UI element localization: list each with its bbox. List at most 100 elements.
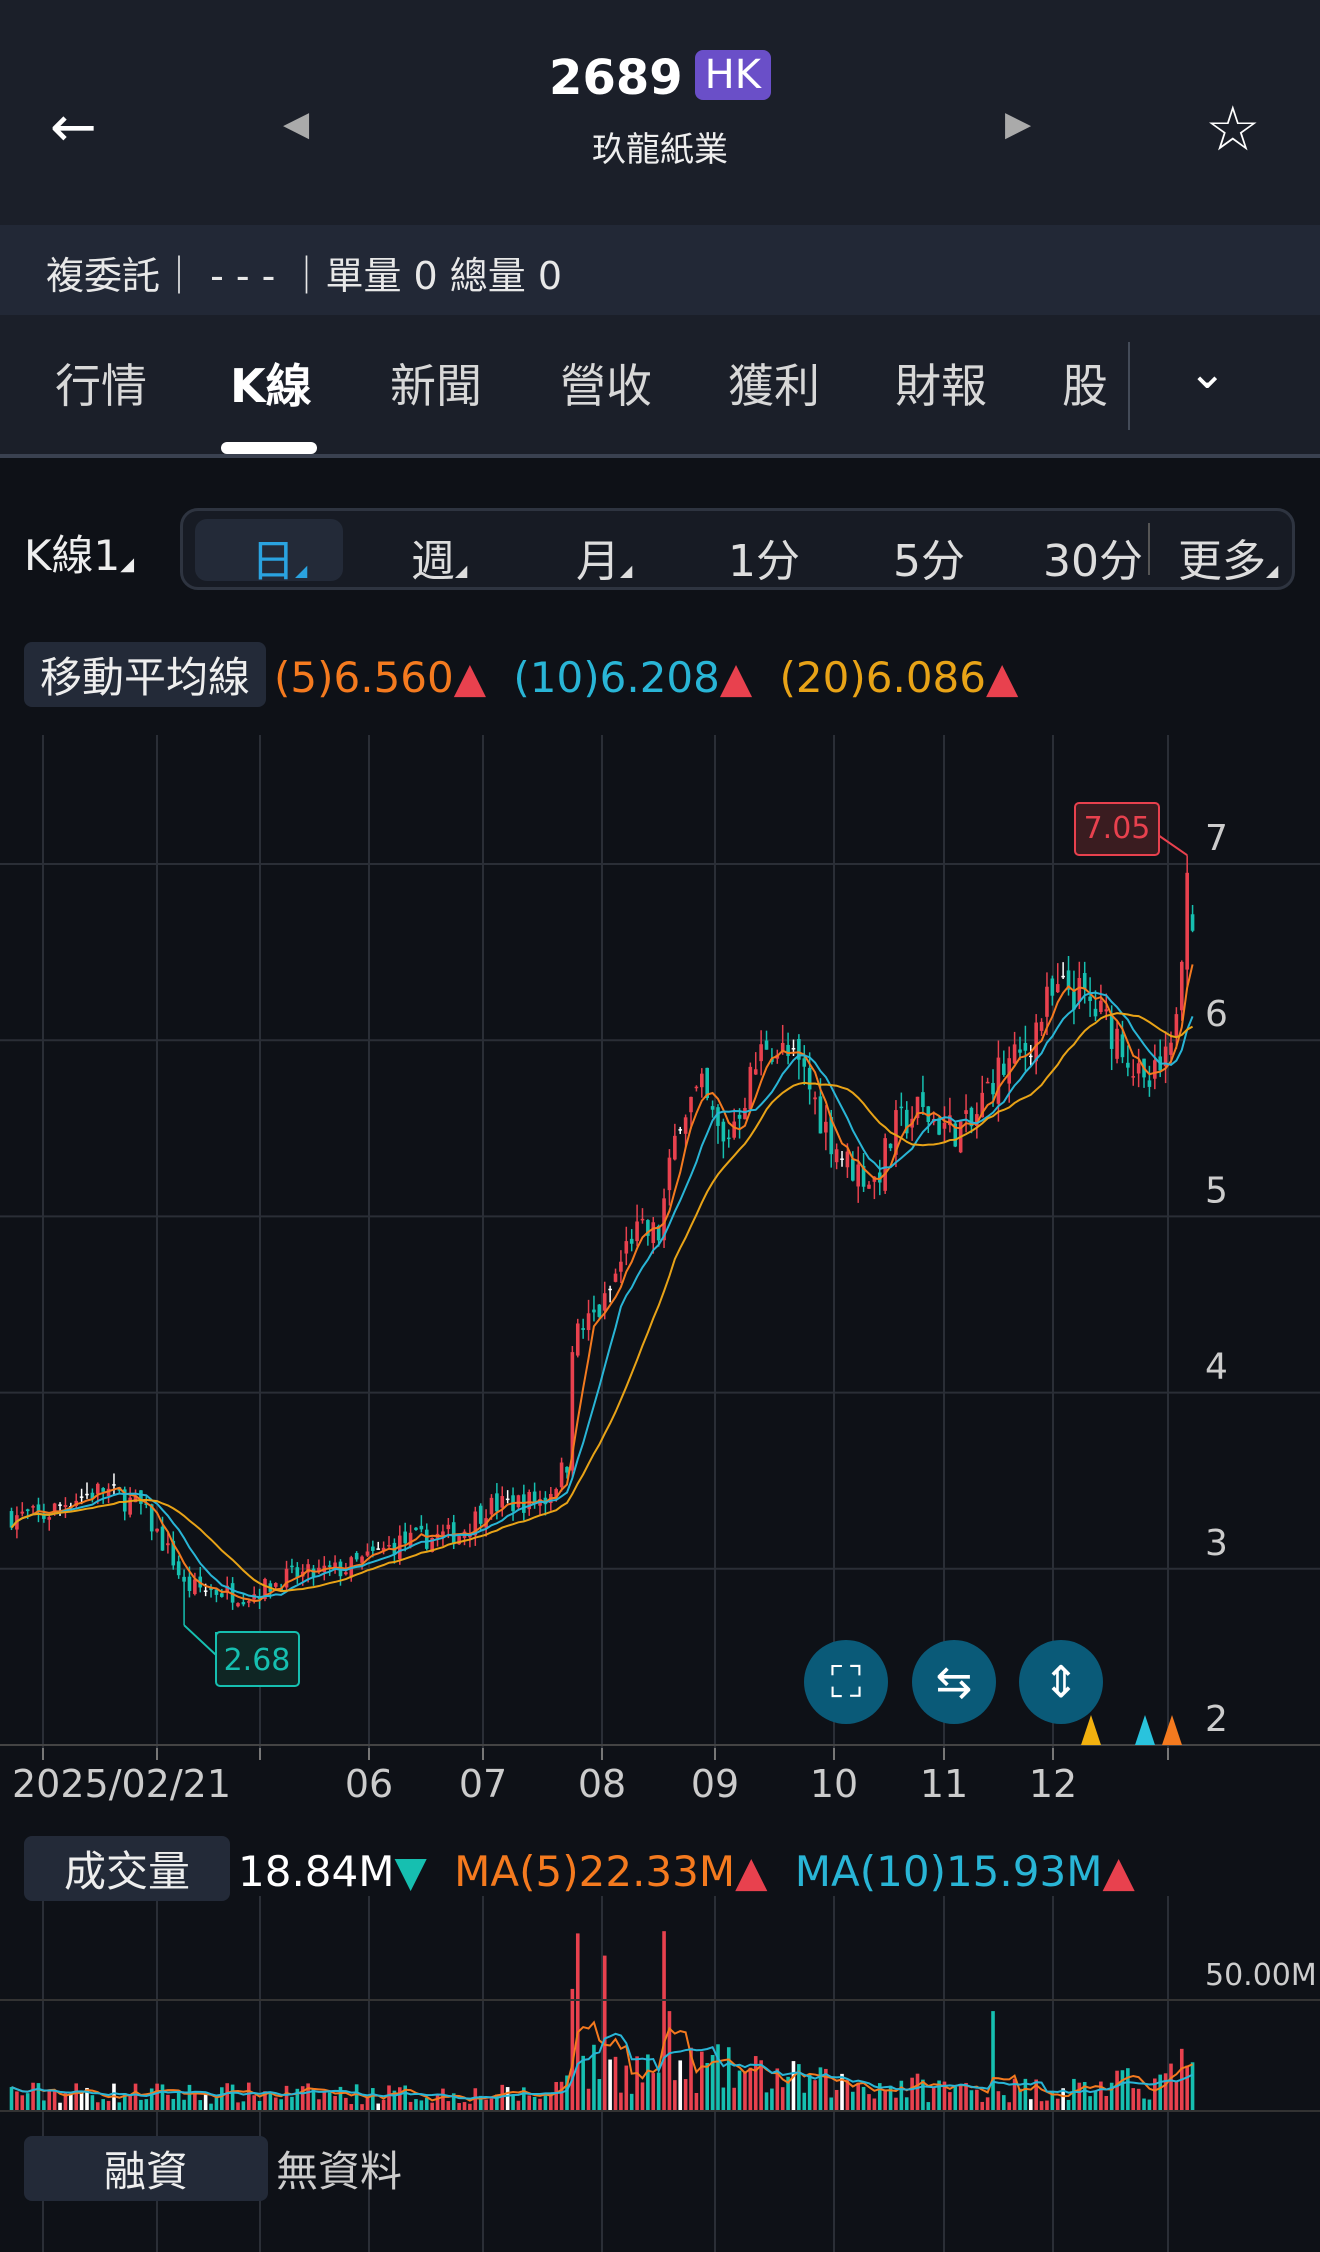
tab-6[interactable]: 股 (1062, 350, 1108, 416)
volume-bar (214, 2097, 219, 2111)
volume-bar (1072, 2078, 1076, 2111)
volume-bar (290, 2096, 294, 2111)
candle-body (575, 1323, 580, 1356)
tab-2[interactable]: 新聞 (390, 350, 482, 416)
candle-body (166, 1543, 170, 1546)
candle-body (1055, 984, 1060, 993)
candle-body (1002, 1063, 1006, 1075)
candle-body (748, 1066, 753, 1110)
candle-body (1126, 1062, 1130, 1068)
volume-bar (1088, 2096, 1092, 2111)
volume-bar (1136, 2088, 1141, 2111)
candle-body (1109, 1015, 1114, 1049)
candle-body (1039, 1021, 1044, 1031)
candle-body (241, 1602, 246, 1605)
volume-bar (748, 2067, 753, 2111)
volume-bar (117, 2102, 122, 2111)
tab-0[interactable]: 行情 (55, 350, 147, 416)
low-marker-label: 2.68 (224, 1643, 291, 1678)
volume-bar (435, 2093, 440, 2111)
volume-bar (624, 2065, 629, 2111)
volume-bar (193, 2093, 197, 2111)
x-tick-label: 06 (345, 1762, 393, 1806)
tab-4[interactable]: 獲利 (728, 350, 820, 416)
candle-body (608, 1288, 612, 1291)
candle-body (58, 1504, 62, 1506)
candle-body (791, 1048, 796, 1050)
volume-bar (921, 2079, 925, 2111)
tab-3[interactable]: 營收 (560, 350, 652, 416)
event-marker-icon (1162, 1715, 1182, 1745)
volume-bar (948, 2092, 952, 2111)
volume-bar (139, 2099, 143, 2111)
candle-body (818, 1096, 823, 1134)
up-arrow-icon: ▲ (1102, 1847, 1135, 1896)
candle-body (354, 1552, 359, 1560)
volume-bar (268, 2092, 273, 2111)
volume-bar (743, 2071, 747, 2111)
candle-body (489, 1497, 494, 1515)
volume-bar (311, 2089, 316, 2111)
low-marker-line (183, 1624, 217, 1658)
volume-bar (1028, 2099, 1033, 2111)
volume-bar (327, 2092, 332, 2111)
fullscreen-button[interactable]: ⛶ (804, 1640, 888, 1724)
volume-bar (171, 2098, 176, 2111)
volume-legend: 成交量 18.84M▼ MA(5)22.33M▲ MA(10)15.93M▲ (24, 1836, 1135, 1901)
volume-bar (656, 2072, 661, 2111)
candlestick-chart[interactable]: 7 6 5 4 3 2 2025/02/21 06 07 08 09 10 11 12 50.00M 7.05… (0, 0, 1320, 2252)
volume-bar (791, 2061, 796, 2111)
volume-bar (225, 2083, 230, 2111)
volume-bar (721, 2087, 726, 2111)
volume-bar (457, 2102, 461, 2111)
tab-5[interactable]: 財報 (895, 350, 987, 416)
volume-bar (47, 2091, 52, 2111)
candle-body (187, 1576, 192, 1591)
volume-bar (273, 2097, 278, 2111)
volume-bar (371, 2088, 375, 2111)
tab-1[interactable]: K線 (230, 350, 312, 416)
margin-label: 融資 (24, 2136, 269, 2201)
rotate-screen-button[interactable]: ⇆ (912, 1640, 996, 1724)
candle-body (602, 1293, 607, 1311)
candle-body (176, 1561, 181, 1576)
volume-bar (899, 2080, 904, 2111)
volume-bar (106, 2100, 111, 2111)
volume-bar (516, 2100, 521, 2111)
candle-body (63, 1505, 68, 1508)
resize-panel-button[interactable]: ⇕ (1019, 1640, 1103, 1724)
volume-bar (230, 2084, 235, 2111)
volume-bar (619, 2092, 623, 2111)
volume-bar (845, 2079, 850, 2111)
candle-body (403, 1531, 407, 1544)
volume-bar (613, 2056, 618, 2111)
volume-bar (586, 2088, 591, 2111)
volume-bar (58, 2102, 62, 2111)
candle-body (1120, 1034, 1125, 1058)
x-tick-label: 12 (1029, 1762, 1077, 1806)
candle-body (597, 1304, 602, 1317)
volume-bar (813, 2080, 817, 2111)
volume-bar (883, 2089, 887, 2111)
volume-bar (430, 2102, 434, 2111)
volume-bar (732, 2087, 736, 2111)
candle-body (678, 1129, 683, 1131)
x-tick-label: 08 (578, 1762, 626, 1806)
volume-bar (780, 2087, 785, 2111)
volume-bar (980, 2101, 985, 2111)
volume-bar (155, 2083, 159, 2111)
candle-body (1045, 986, 1049, 1017)
x-tick-label: 2025/02/21 (12, 1762, 231, 1806)
candle-body (899, 1106, 904, 1109)
volume-bar (953, 2086, 958, 2111)
candle-body (991, 1082, 995, 1095)
volume-bar (829, 2097, 834, 2111)
volume-bar (9, 2087, 14, 2111)
candle-body (813, 1097, 817, 1100)
volume-bar (1142, 2098, 1146, 2111)
volume-bar (144, 2099, 149, 2111)
volume-bar (376, 2103, 381, 2111)
volume-bar (1158, 2074, 1163, 2111)
candle-body (834, 1149, 839, 1163)
candle-body (867, 1184, 871, 1189)
